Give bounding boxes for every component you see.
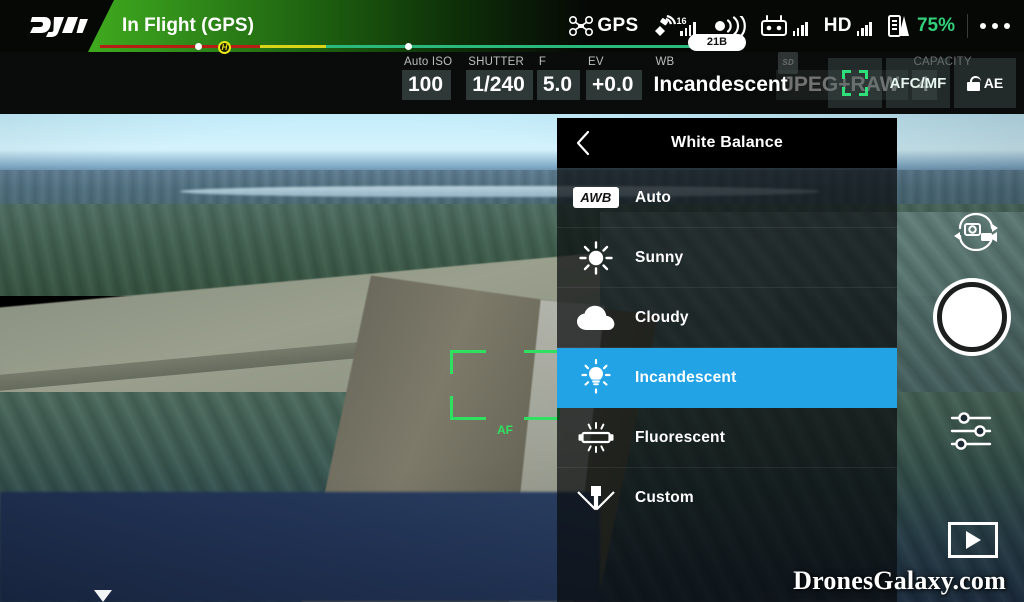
setting-iso[interactable]: Auto ISO 100 — [402, 52, 452, 100]
custom-wb-icon — [557, 482, 635, 514]
drone-gps-group[interactable]: GPS — [568, 15, 638, 37]
top-status-bar: In Flight (GPS) H GPS 16 HD 75% 21B — [0, 0, 1024, 54]
setting-aperture-label: F — [538, 56, 547, 68]
dji-go-camera-view: AF In Flight (GPS) H GPS 16 HD 75% 21B A… — [0, 0, 1024, 602]
ae-lock-label: AE — [983, 75, 1004, 91]
gps-label: GPS — [597, 15, 639, 36]
battery-group[interactable]: 75% — [887, 14, 955, 38]
wb-option-label: Cloudy — [635, 308, 689, 326]
home-point-marker: H — [218, 41, 231, 54]
af-label: AF — [497, 423, 513, 437]
rc-battery-badge: 21B — [688, 34, 746, 51]
remote-signal-bars — [792, 21, 808, 36]
setting-aperture[interactable]: F 5.0 — [536, 52, 581, 100]
setting-shutter[interactable]: SHUTTER 1/240 — [466, 52, 533, 100]
battery-percent: 75% — [916, 15, 955, 36]
lock-open-icon — [966, 75, 981, 91]
status-divider — [967, 14, 968, 38]
cloud-icon — [557, 304, 635, 332]
satellite-signal-group[interactable]: 16 — [652, 15, 696, 37]
dji-logo — [30, 12, 96, 38]
fluorescent-tube-icon — [557, 420, 635, 456]
transmission-signal-icon — [714, 16, 746, 36]
white-balance-menu: White Balance AWB Auto Sunny Cloudy Inca… — [557, 118, 897, 602]
drone-gps-icon — [569, 15, 594, 37]
transmission-signal-group[interactable] — [712, 16, 746, 36]
flightbar-waypoint-dot — [195, 43, 202, 50]
status-icon-cluster: GPS 16 HD 75% — [568, 0, 1024, 52]
setting-white-balance[interactable]: WB Incandesc Incandescent — [654, 52, 788, 100]
video-quality-group[interactable]: HD — [824, 15, 872, 37]
flightbar-yellow-segment — [260, 45, 326, 48]
satellite-count: 16 — [676, 16, 687, 26]
wb-option-cloudy[interactable]: Cloudy — [557, 288, 897, 348]
sd-card-icon: SD — [776, 52, 799, 74]
right-control-column — [920, 92, 1024, 602]
wb-option-label: Fluorescent — [635, 428, 726, 446]
wb-option-label: Auto — [635, 188, 672, 206]
video-signal-bars — [856, 21, 872, 36]
remote-controller-icon — [760, 15, 787, 36]
setting-ev[interactable]: EV +0.0 — [586, 52, 642, 100]
video-quality-label: HD — [823, 15, 852, 36]
setting-iso-label: Auto ISO — [404, 56, 453, 68]
focus-mode-button[interactable]: AFC/MF — [886, 58, 950, 108]
back-button[interactable] — [557, 118, 609, 168]
setting-iso-value: 100 — [402, 70, 452, 100]
camera-video-toggle-button[interactable] — [948, 210, 1004, 254]
flightbar-red-segment — [100, 45, 260, 48]
play-icon — [965, 531, 981, 549]
wb-menu-title: White Balance — [671, 134, 783, 151]
sun-icon — [557, 240, 635, 275]
setting-shutter-label: SHUTTER — [468, 56, 524, 68]
playback-button[interactable] — [948, 522, 998, 558]
camera-settings-button[interactable] — [948, 410, 1000, 452]
remote-controller-group[interactable] — [760, 15, 808, 37]
camera-video-switch-icon — [954, 212, 998, 252]
ae-lock-button[interactable]: AE — [954, 58, 1016, 108]
satellite-icon — [655, 15, 677, 36]
chevron-left-icon — [576, 130, 590, 156]
setting-wb-value: Incandescent — [653, 73, 788, 96]
wb-option-label: Incandescent — [635, 369, 737, 386]
awb-badge-icon: AWB — [557, 187, 635, 208]
wb-option-custom[interactable]: Custom — [557, 468, 897, 528]
af-focus-reticle — [450, 350, 560, 420]
awb-badge-text: AWB — [573, 187, 619, 208]
wb-option-label: Custom — [635, 489, 694, 506]
camera-mode-buttons: AFC/MF AE — [828, 52, 1016, 114]
camera-settings-bar: Auto ISO 100 SHUTTER 1/240 F 5.0 EV +0.0… — [0, 52, 1024, 114]
battery-icon — [887, 15, 909, 37]
wb-option-incandescent[interactable]: Incandescent — [557, 348, 897, 408]
bottom-expand-arrow[interactable] — [94, 590, 112, 602]
wb-option-label: Sunny — [635, 248, 684, 266]
focus-frame-icon — [842, 70, 868, 96]
wb-option-list: AWB Auto Sunny Cloudy Incandescent Fluor… — [557, 168, 897, 528]
wb-option-auto[interactable]: AWB Auto — [557, 168, 897, 228]
setting-ev-value: +0.0 — [586, 70, 642, 100]
focus-frame-button[interactable] — [828, 58, 882, 108]
wb-menu-header: White Balance — [557, 118, 897, 168]
wb-option-fluorescent[interactable]: Fluorescent — [557, 408, 897, 468]
more-options-button[interactable] — [980, 23, 1010, 29]
flightbar-waypoint-dot — [405, 43, 412, 50]
setting-shutter-value: 1/240 — [466, 70, 533, 100]
shutter-button[interactable] — [937, 282, 1007, 352]
wb-option-sunny[interactable]: Sunny — [557, 228, 897, 288]
setting-aperture-value: 5.0 — [536, 70, 581, 100]
setting-wb-label: WB — [655, 56, 675, 68]
setting-ev-label: EV — [588, 56, 604, 68]
sliders-icon — [950, 412, 992, 450]
site-watermark: DronesGalaxy.com — [793, 566, 1006, 595]
flight-status-text: In Flight (GPS) — [122, 15, 254, 36]
light-bulb-icon — [557, 359, 635, 397]
